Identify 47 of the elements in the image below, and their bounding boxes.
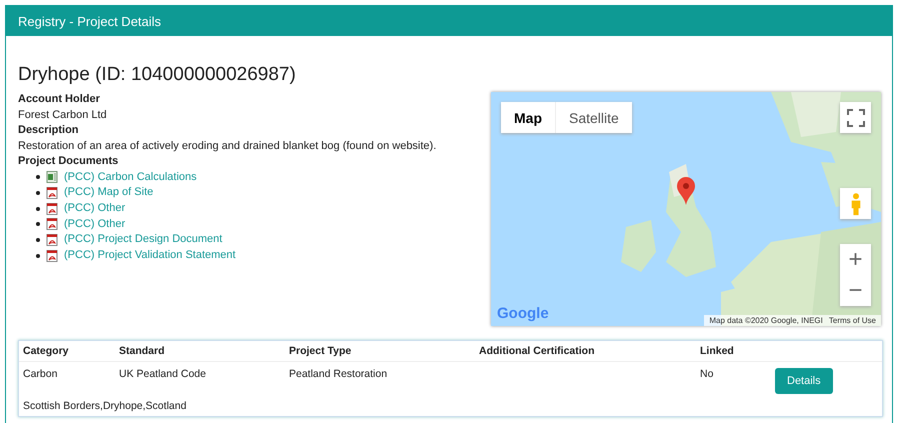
column-header: Category [23, 345, 70, 357]
table-cell-text: UK Peatland Code [119, 368, 207, 380]
bullet-icon [36, 175, 40, 180]
pdf-icon [46, 202, 58, 215]
document-link[interactable]: (PCC) Other [64, 216, 126, 232]
column-header: Linked [700, 345, 735, 357]
map-attribution: Map data ©2020 Google, INEGI [709, 316, 823, 325]
pdf-icon [46, 218, 58, 230]
bullet-icon [36, 238, 40, 242]
details-button[interactable]: Details [775, 368, 833, 394]
document-link[interactable]: (PCC) Map of Site [64, 185, 154, 201]
project-title: Dryhope (ID: 104000000026987) [18, 64, 297, 86]
person-icon [850, 192, 862, 216]
document-link[interactable]: (PCC) Project Validation Statement [64, 248, 236, 264]
bullet-icon [36, 206, 40, 211]
map-type-tab[interactable]: Map [501, 102, 556, 133]
table-cell-text: No [700, 368, 714, 380]
column-header: Standard [119, 345, 166, 357]
field-label: Account Holder [18, 92, 101, 107]
location-text: Scottish Borders,Dryhope,Scotland [22, 399, 188, 412]
bullet-icon [36, 191, 40, 196]
pdf-icon [46, 250, 58, 262]
field-label: Project Documents [18, 154, 120, 169]
map-pin-icon [676, 176, 696, 206]
bullet-icon [36, 222, 40, 226]
fullscreen-button[interactable] [840, 102, 871, 133]
map-type-tab[interactable]: Satellite [556, 102, 632, 133]
field-label: Description [18, 123, 80, 138]
panel-title: Registry - Project Details [18, 14, 162, 28]
table-cell-text: Carbon [23, 368, 58, 380]
pdf-icon [46, 187, 58, 200]
document-link[interactable]: (PCC) Carbon Calculations [64, 170, 197, 186]
column-header: Additional Certification [479, 345, 596, 357]
bullet-icon [36, 254, 40, 258]
fullscreen-icon [846, 108, 864, 126]
zoom-in-button[interactable]: + [840, 244, 871, 275]
pdf-icon [46, 234, 58, 246]
document-link[interactable]: (PCC) Other [64, 200, 126, 216]
map-logo: Google [497, 305, 549, 322]
column-header: Project Type [289, 345, 352, 357]
zoom-out-button[interactable]: − [840, 275, 871, 306]
document-link[interactable]: (PCC) Project Design Document [64, 232, 222, 248]
field-value: Restoration of an area of actively eroding and drained blanket bog (found on website). [18, 138, 436, 154]
field-value: Forest Carbon Ltd [18, 108, 108, 122]
table-cell-text: Peatland Restoration [289, 368, 388, 380]
terms-link[interactable]: Terms of Use [828, 316, 876, 325]
spreadsheet-icon [46, 171, 58, 184]
